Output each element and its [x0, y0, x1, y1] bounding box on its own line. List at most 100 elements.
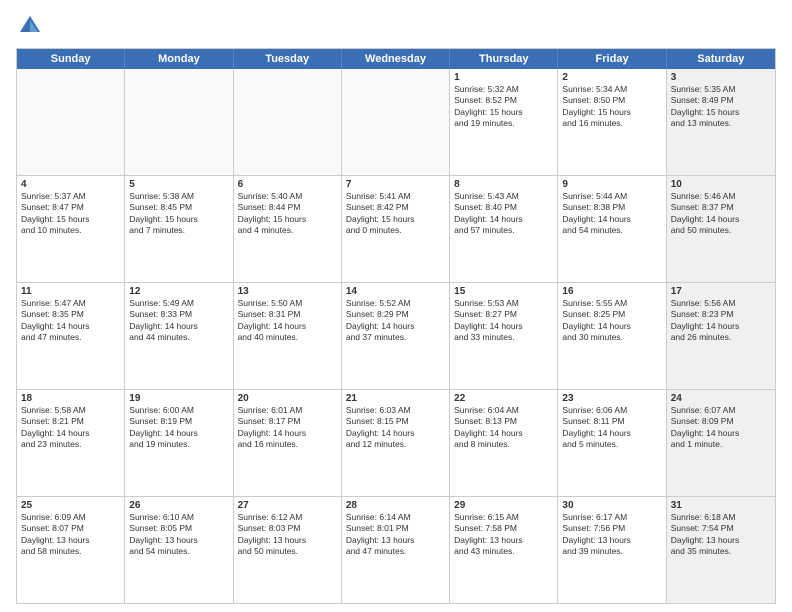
day-number: 10: [671, 179, 771, 190]
day-number: 4: [21, 179, 120, 190]
day-number: 24: [671, 393, 771, 404]
day-cell-8: 8Sunrise: 5:43 AMSunset: 8:40 PMDaylight…: [450, 176, 558, 282]
calendar: SundayMondayTuesdayWednesdayThursdayFrid…: [16, 48, 776, 604]
day-cell-20: 20Sunrise: 6:01 AMSunset: 8:17 PMDayligh…: [234, 390, 342, 496]
day-header-sunday: Sunday: [17, 49, 125, 69]
day-info: Sunrise: 5:46 AMSunset: 8:37 PMDaylight:…: [671, 191, 771, 237]
day-cell-16: 16Sunrise: 5:55 AMSunset: 8:25 PMDayligh…: [558, 283, 666, 389]
day-info: Sunrise: 5:40 AMSunset: 8:44 PMDaylight:…: [238, 191, 337, 237]
day-info: Sunrise: 5:50 AMSunset: 8:31 PMDaylight:…: [238, 298, 337, 344]
day-number: 14: [346, 286, 445, 297]
day-cell-14: 14Sunrise: 5:52 AMSunset: 8:29 PMDayligh…: [342, 283, 450, 389]
day-header-friday: Friday: [558, 49, 666, 69]
day-info: Sunrise: 6:15 AMSunset: 7:58 PMDaylight:…: [454, 512, 553, 558]
day-number: 26: [129, 500, 228, 511]
empty-cell: [125, 69, 233, 175]
day-cell-23: 23Sunrise: 6:06 AMSunset: 8:11 PMDayligh…: [558, 390, 666, 496]
day-cell-29: 29Sunrise: 6:15 AMSunset: 7:58 PMDayligh…: [450, 497, 558, 603]
day-info: Sunrise: 5:47 AMSunset: 8:35 PMDaylight:…: [21, 298, 120, 344]
calendar-row-4: 18Sunrise: 5:58 AMSunset: 8:21 PMDayligh…: [17, 390, 775, 497]
day-info: Sunrise: 6:00 AMSunset: 8:19 PMDaylight:…: [129, 405, 228, 451]
day-cell-28: 28Sunrise: 6:14 AMSunset: 8:01 PMDayligh…: [342, 497, 450, 603]
day-number: 2: [562, 72, 661, 83]
day-cell-24: 24Sunrise: 6:07 AMSunset: 8:09 PMDayligh…: [667, 390, 775, 496]
day-info: Sunrise: 5:58 AMSunset: 8:21 PMDaylight:…: [21, 405, 120, 451]
day-number: 20: [238, 393, 337, 404]
day-info: Sunrise: 6:04 AMSunset: 8:13 PMDaylight:…: [454, 405, 553, 451]
day-cell-30: 30Sunrise: 6:17 AMSunset: 7:56 PMDayligh…: [558, 497, 666, 603]
day-info: Sunrise: 6:14 AMSunset: 8:01 PMDaylight:…: [346, 512, 445, 558]
day-number: 17: [671, 286, 771, 297]
day-number: 28: [346, 500, 445, 511]
day-info: Sunrise: 5:34 AMSunset: 8:50 PMDaylight:…: [562, 84, 661, 130]
day-cell-10: 10Sunrise: 5:46 AMSunset: 8:37 PMDayligh…: [667, 176, 775, 282]
day-number: 8: [454, 179, 553, 190]
day-header-monday: Monday: [125, 49, 233, 69]
day-info: Sunrise: 6:01 AMSunset: 8:17 PMDaylight:…: [238, 405, 337, 451]
day-cell-12: 12Sunrise: 5:49 AMSunset: 8:33 PMDayligh…: [125, 283, 233, 389]
day-number: 22: [454, 393, 553, 404]
day-cell-26: 26Sunrise: 6:10 AMSunset: 8:05 PMDayligh…: [125, 497, 233, 603]
calendar-header: SundayMondayTuesdayWednesdayThursdayFrid…: [17, 49, 775, 69]
day-cell-31: 31Sunrise: 6:18 AMSunset: 7:54 PMDayligh…: [667, 497, 775, 603]
day-number: 9: [562, 179, 661, 190]
day-number: 21: [346, 393, 445, 404]
day-cell-6: 6Sunrise: 5:40 AMSunset: 8:44 PMDaylight…: [234, 176, 342, 282]
empty-cell: [234, 69, 342, 175]
day-info: Sunrise: 5:35 AMSunset: 8:49 PMDaylight:…: [671, 84, 771, 130]
day-number: 11: [21, 286, 120, 297]
page: SundayMondayTuesdayWednesdayThursdayFrid…: [0, 0, 792, 612]
day-cell-1: 1Sunrise: 5:32 AMSunset: 8:52 PMDaylight…: [450, 69, 558, 175]
day-number: 6: [238, 179, 337, 190]
logo: [16, 12, 48, 40]
day-number: 15: [454, 286, 553, 297]
day-number: 23: [562, 393, 661, 404]
day-cell-2: 2Sunrise: 5:34 AMSunset: 8:50 PMDaylight…: [558, 69, 666, 175]
calendar-body: 1Sunrise: 5:32 AMSunset: 8:52 PMDaylight…: [17, 69, 775, 603]
day-info: Sunrise: 5:44 AMSunset: 8:38 PMDaylight:…: [562, 191, 661, 237]
day-cell-15: 15Sunrise: 5:53 AMSunset: 8:27 PMDayligh…: [450, 283, 558, 389]
day-info: Sunrise: 5:52 AMSunset: 8:29 PMDaylight:…: [346, 298, 445, 344]
calendar-row-5: 25Sunrise: 6:09 AMSunset: 8:07 PMDayligh…: [17, 497, 775, 603]
day-info: Sunrise: 5:37 AMSunset: 8:47 PMDaylight:…: [21, 191, 120, 237]
day-cell-11: 11Sunrise: 5:47 AMSunset: 8:35 PMDayligh…: [17, 283, 125, 389]
header: [16, 12, 776, 40]
calendar-row-1: 1Sunrise: 5:32 AMSunset: 8:52 PMDaylight…: [17, 69, 775, 176]
day-number: 30: [562, 500, 661, 511]
day-info: Sunrise: 5:43 AMSunset: 8:40 PMDaylight:…: [454, 191, 553, 237]
day-cell-5: 5Sunrise: 5:38 AMSunset: 8:45 PMDaylight…: [125, 176, 233, 282]
day-info: Sunrise: 5:41 AMSunset: 8:42 PMDaylight:…: [346, 191, 445, 237]
day-cell-18: 18Sunrise: 5:58 AMSunset: 8:21 PMDayligh…: [17, 390, 125, 496]
day-cell-17: 17Sunrise: 5:56 AMSunset: 8:23 PMDayligh…: [667, 283, 775, 389]
day-info: Sunrise: 6:07 AMSunset: 8:09 PMDaylight:…: [671, 405, 771, 451]
day-cell-21: 21Sunrise: 6:03 AMSunset: 8:15 PMDayligh…: [342, 390, 450, 496]
day-cell-25: 25Sunrise: 6:09 AMSunset: 8:07 PMDayligh…: [17, 497, 125, 603]
day-number: 3: [671, 72, 771, 83]
calendar-row-3: 11Sunrise: 5:47 AMSunset: 8:35 PMDayligh…: [17, 283, 775, 390]
day-header-thursday: Thursday: [450, 49, 558, 69]
day-info: Sunrise: 6:09 AMSunset: 8:07 PMDaylight:…: [21, 512, 120, 558]
day-info: Sunrise: 5:53 AMSunset: 8:27 PMDaylight:…: [454, 298, 553, 344]
day-header-saturday: Saturday: [667, 49, 775, 69]
day-cell-13: 13Sunrise: 5:50 AMSunset: 8:31 PMDayligh…: [234, 283, 342, 389]
empty-cell: [17, 69, 125, 175]
day-number: 27: [238, 500, 337, 511]
day-cell-22: 22Sunrise: 6:04 AMSunset: 8:13 PMDayligh…: [450, 390, 558, 496]
day-cell-3: 3Sunrise: 5:35 AMSunset: 8:49 PMDaylight…: [667, 69, 775, 175]
day-cell-7: 7Sunrise: 5:41 AMSunset: 8:42 PMDaylight…: [342, 176, 450, 282]
day-number: 5: [129, 179, 228, 190]
day-cell-4: 4Sunrise: 5:37 AMSunset: 8:47 PMDaylight…: [17, 176, 125, 282]
day-info: Sunrise: 6:12 AMSunset: 8:03 PMDaylight:…: [238, 512, 337, 558]
day-number: 16: [562, 286, 661, 297]
day-info: Sunrise: 5:32 AMSunset: 8:52 PMDaylight:…: [454, 84, 553, 130]
day-info: Sunrise: 6:06 AMSunset: 8:11 PMDaylight:…: [562, 405, 661, 451]
day-number: 19: [129, 393, 228, 404]
day-header-tuesday: Tuesday: [234, 49, 342, 69]
day-number: 31: [671, 500, 771, 511]
day-number: 12: [129, 286, 228, 297]
day-info: Sunrise: 5:49 AMSunset: 8:33 PMDaylight:…: [129, 298, 228, 344]
day-info: Sunrise: 6:18 AMSunset: 7:54 PMDaylight:…: [671, 512, 771, 558]
day-number: 1: [454, 72, 553, 83]
empty-cell: [342, 69, 450, 175]
day-info: Sunrise: 6:10 AMSunset: 8:05 PMDaylight:…: [129, 512, 228, 558]
